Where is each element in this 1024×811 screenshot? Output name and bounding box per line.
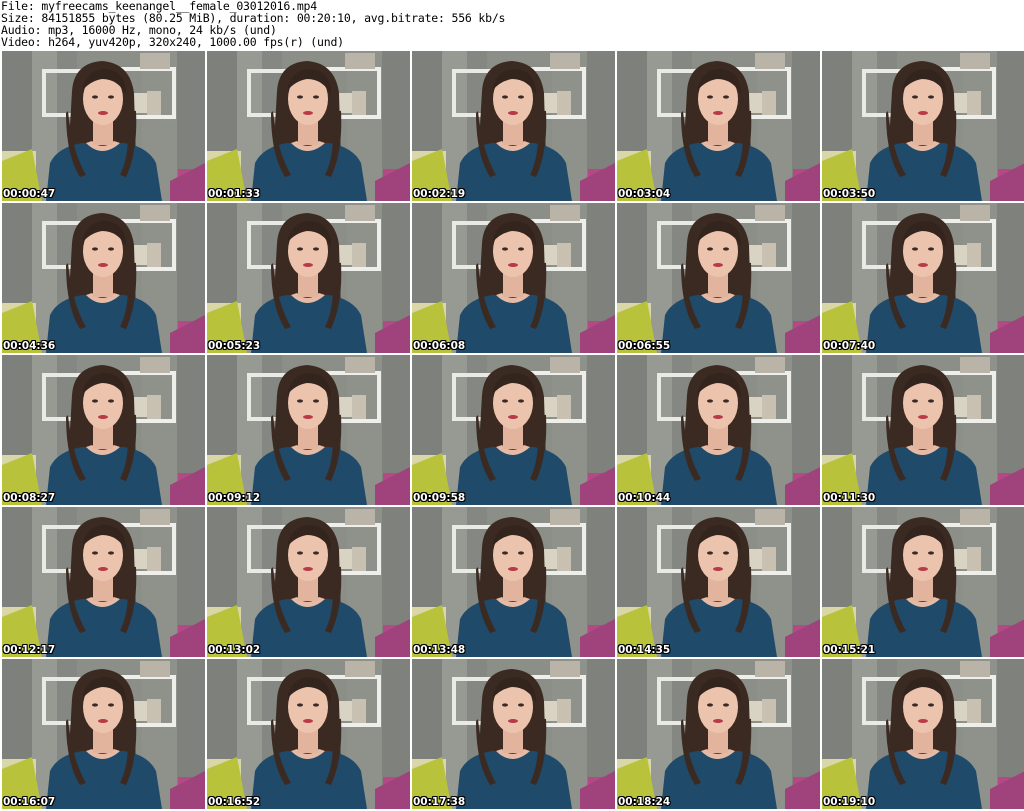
video-thumbnail: 00:06:08 — [412, 203, 615, 353]
video-thumbnail: 00:17:38 — [412, 659, 615, 809]
thumbnail-timestamp: 00:03:04 — [618, 188, 671, 200]
thumbnail-timestamp: 00:00:47 — [3, 188, 56, 200]
thumbnail-timestamp: 00:15:21 — [823, 644, 876, 656]
video-thumbnail: 00:08:27 — [2, 355, 205, 505]
webcam-frame-image — [617, 507, 820, 657]
thumbnail-timestamp: 00:05:23 — [208, 340, 261, 352]
video-thumbnail: 00:13:02 — [207, 507, 410, 657]
webcam-frame-image — [207, 507, 410, 657]
webcam-frame-image — [412, 51, 615, 201]
thumbnail-timestamp: 00:16:07 — [3, 796, 56, 808]
thumbnail-timestamp: 00:13:02 — [208, 644, 261, 656]
video-thumbnail: 00:12:17 — [2, 507, 205, 657]
video-info-line: Video: h264, yuv420p, 320x240, 1000.00 f… — [1, 35, 344, 49]
webcam-frame-image — [617, 203, 820, 353]
thumbnail-timestamp: 00:11:30 — [823, 492, 876, 504]
thumbnail-timestamp: 00:02:19 — [413, 188, 466, 200]
thumbnail-grid: 00:00:47 00:01:33 00:02:19 00:03:04 00:0… — [0, 51, 1024, 811]
video-thumbnail: 00:01:33 — [207, 51, 410, 201]
webcam-frame-image — [617, 659, 820, 809]
thumbnail-timestamp: 00:01:33 — [208, 188, 261, 200]
video-thumbnail: 00:13:48 — [412, 507, 615, 657]
thumbnail-timestamp: 00:17:38 — [413, 796, 466, 808]
video-thumbnail: 00:05:23 — [207, 203, 410, 353]
video-thumbnail: 00:06:55 — [617, 203, 820, 353]
webcam-frame-image — [2, 507, 205, 657]
video-thumbnail: 00:02:19 — [412, 51, 615, 201]
video-thumbnail: 00:18:24 — [617, 659, 820, 809]
webcam-frame-image — [207, 203, 410, 353]
video-thumbnail: 00:09:58 — [412, 355, 615, 505]
webcam-frame-image — [207, 355, 410, 505]
video-thumbnail: 00:03:50 — [822, 51, 1024, 201]
webcam-frame-image — [412, 659, 615, 809]
thumbnail-timestamp: 00:10:44 — [618, 492, 671, 504]
webcam-frame-image — [412, 355, 615, 505]
video-thumbnail: 00:03:04 — [617, 51, 820, 201]
thumbnail-timestamp: 00:07:40 — [823, 340, 876, 352]
webcam-frame-image — [2, 51, 205, 201]
webcam-frame-image — [822, 355, 1024, 505]
webcam-frame-image — [617, 355, 820, 505]
webcam-frame-image — [207, 51, 410, 201]
webcam-frame-image — [822, 51, 1024, 201]
thumbnail-timestamp: 00:16:52 — [208, 796, 261, 808]
thumbnail-timestamp: 00:09:12 — [208, 492, 261, 504]
video-thumbnail: 00:16:07 — [2, 659, 205, 809]
video-thumbnail: 00:07:40 — [822, 203, 1024, 353]
thumbnail-timestamp: 00:18:24 — [618, 796, 671, 808]
video-thumbnail: 00:10:44 — [617, 355, 820, 505]
thumbnail-timestamp: 00:14:35 — [618, 644, 671, 656]
file-info-header: File: myfreecams_keenangel__female_03012… — [1, 0, 505, 48]
webcam-frame-image — [617, 51, 820, 201]
video-thumbnail: 00:15:21 — [822, 507, 1024, 657]
thumbnail-timestamp: 00:12:17 — [3, 644, 56, 656]
video-thumbnail: 00:09:12 — [207, 355, 410, 505]
video-thumbnail: 00:16:52 — [207, 659, 410, 809]
thumbnail-timestamp: 00:06:08 — [413, 340, 466, 352]
thumbnail-timestamp: 00:19:10 — [823, 796, 876, 808]
thumbnail-timestamp: 00:04:36 — [3, 340, 56, 352]
thumbnail-timestamp: 00:13:48 — [413, 644, 466, 656]
video-thumbnail: 00:00:47 — [2, 51, 205, 201]
webcam-frame-image — [822, 507, 1024, 657]
webcam-frame-image — [412, 507, 615, 657]
webcam-frame-image — [412, 203, 615, 353]
video-thumbnail: 00:14:35 — [617, 507, 820, 657]
webcam-frame-image — [822, 203, 1024, 353]
thumbnail-timestamp: 00:09:58 — [413, 492, 466, 504]
video-thumbnail: 00:11:30 — [822, 355, 1024, 505]
webcam-frame-image — [2, 203, 205, 353]
thumbnail-timestamp: 00:03:50 — [823, 188, 876, 200]
webcam-frame-image — [822, 659, 1024, 809]
webcam-frame-image — [2, 659, 205, 809]
video-thumbnail: 00:19:10 — [822, 659, 1024, 809]
video-thumbnail: 00:04:36 — [2, 203, 205, 353]
thumbnail-timestamp: 00:08:27 — [3, 492, 56, 504]
webcam-frame-image — [207, 659, 410, 809]
webcam-frame-image — [2, 355, 205, 505]
thumbnail-timestamp: 00:06:55 — [618, 340, 671, 352]
